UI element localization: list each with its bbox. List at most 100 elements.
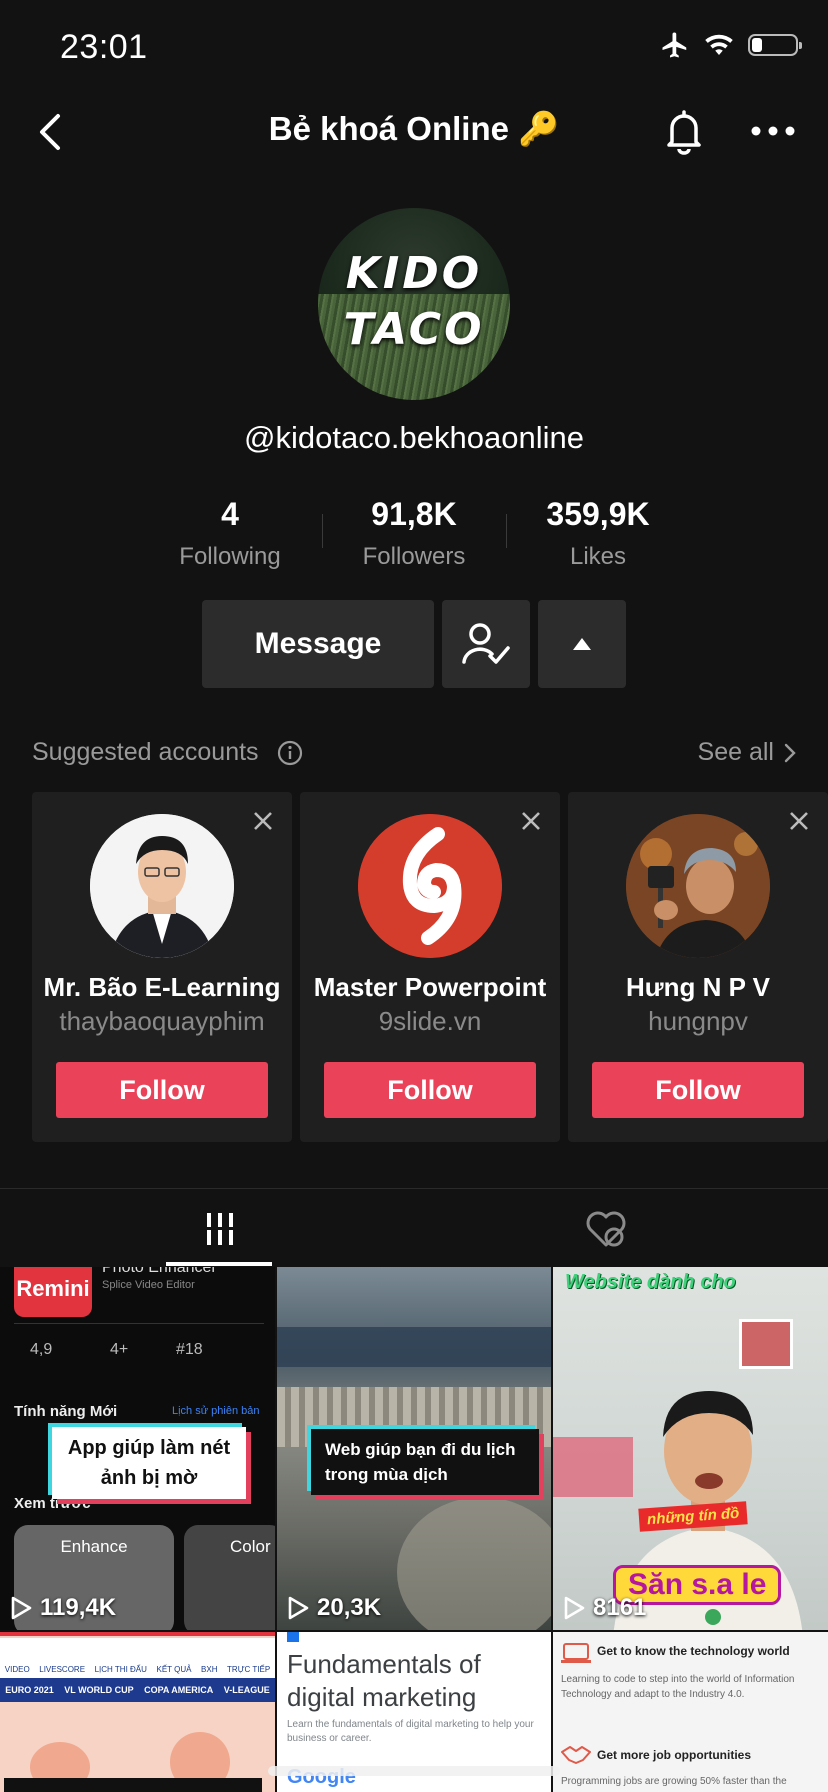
following-status-button[interactable] xyxy=(442,600,530,688)
stat-label: Likes xyxy=(569,543,627,570)
stat-divider xyxy=(506,514,507,548)
top-strip xyxy=(0,1632,275,1636)
app-rank: #18 xyxy=(176,1341,203,1358)
feature-heading: Get more job opportunities xyxy=(597,1748,752,1762)
suggested-name: Master Powerpoint xyxy=(313,972,547,1002)
stat-value: 91,8K xyxy=(371,496,457,532)
avatar xyxy=(358,814,502,958)
bell-icon[interactable] xyxy=(660,106,708,156)
avatar xyxy=(626,814,770,958)
video-thumbnail[interactable]: VIDEO LIVESCORE LỊCH THI ĐẤU KẾT QUẢ BXH… xyxy=(0,1632,275,1792)
sports-nav-bar: VIDEO LIVESCORE LỊCH THI ĐẤU KẾT QUẢ BXH… xyxy=(0,1638,275,1678)
stat-label: Following xyxy=(179,543,281,570)
suggested-account-card[interactable]: Mr. Bão E-Learning thaybaoquayphim Follo… xyxy=(32,792,292,1142)
handshake-icon xyxy=(561,1746,591,1764)
close-icon[interactable] xyxy=(788,810,810,832)
view-count-value: 20,3K xyxy=(317,1594,382,1621)
follow-button[interactable]: Follow xyxy=(324,1062,536,1118)
course-title: Fundamentals of digital marketing xyxy=(287,1649,481,1712)
follow-button[interactable]: Follow xyxy=(56,1062,268,1118)
wifi-icon xyxy=(705,34,733,55)
videos-grid-tab-icon[interactable] xyxy=(204,1211,236,1247)
view-count-value: 119,4K xyxy=(40,1594,117,1621)
follow-button[interactable]: Follow xyxy=(592,1062,804,1118)
info-icon[interactable] xyxy=(277,740,303,766)
nav-item: LIVESCORE xyxy=(39,1665,86,1674)
divider xyxy=(14,1323,264,1324)
stat-label: Followers xyxy=(362,543,466,570)
nav-item: KẾT QUẢ xyxy=(156,1665,192,1674)
stat-divider xyxy=(322,514,323,548)
chevron-right-icon xyxy=(784,743,796,762)
profile-avatar[interactable]: KIDO TACO xyxy=(318,208,510,400)
active-tab-indicator xyxy=(166,1262,272,1266)
feature-body: Learning to code to step into the world … xyxy=(561,1674,795,1700)
league-item: V-LEAGUE xyxy=(223,1685,270,1695)
home-indicator[interactable] xyxy=(268,1766,560,1776)
user-check-icon xyxy=(462,623,510,664)
suggested-handle: 9slide.vn xyxy=(378,1006,482,1036)
play-icon xyxy=(564,1596,585,1620)
play-icon xyxy=(288,1596,309,1620)
suggested-name: Hưng N P V xyxy=(625,972,771,1002)
suggested-handle: hungnpv xyxy=(648,1006,748,1036)
video-thumbnail[interactable]: Web giúp bạn đi du lịch trong mùa dịch 2… xyxy=(277,1267,551,1630)
suggested-accounts-title: Suggested accounts xyxy=(32,738,259,766)
preview-card: Color xyxy=(184,1525,275,1630)
airplane-icon xyxy=(662,32,687,58)
stat-value: 4 xyxy=(221,496,239,532)
expand-suggestions-button[interactable] xyxy=(538,600,626,688)
more-options-icon[interactable] xyxy=(748,116,798,146)
avatar xyxy=(90,814,234,958)
nav-item: TRỰC TIẾP xyxy=(227,1665,271,1674)
content-tabs xyxy=(0,1188,828,1267)
suggested-account-card[interactable]: Hưng N P V hungnpv Follow xyxy=(568,792,828,1142)
close-icon[interactable] xyxy=(520,810,542,832)
nine-slide-logo-icon xyxy=(358,814,502,958)
league-item: COPA AMERICA xyxy=(144,1685,214,1695)
video-thumbnail[interactable]: Get to know the technology world Learnin… xyxy=(553,1632,828,1792)
avatar-text-line2: TACO xyxy=(343,304,485,355)
video-caption: Web giúp bạn đi du lịch trong mùa dịch xyxy=(311,1429,539,1495)
version-history-link: Lịch sử phiên bản xyxy=(172,1405,260,1417)
app-subtitle: Photo Enhancer xyxy=(102,1267,217,1276)
stat-likes[interactable]: 359,9K Likes xyxy=(528,496,668,571)
color-label: Color xyxy=(230,1537,271,1556)
play-icon xyxy=(11,1596,32,1620)
league-item: EURO 2021 xyxy=(5,1685,54,1695)
see-all-link[interactable]: See all xyxy=(698,738,796,767)
caret-up-icon xyxy=(573,638,591,650)
stat-followers[interactable]: 91,8K Followers xyxy=(344,496,484,571)
app-icon-remini: Remini xyxy=(14,1267,92,1317)
view-count-value: 8161 xyxy=(593,1594,647,1621)
profile-stats: 4 Following 91,8K Followers 359,9K Likes xyxy=(0,496,828,576)
feature-heading: Get to know the technology world xyxy=(597,1644,790,1658)
feature-body: Programming jobs are growing 50% faster … xyxy=(561,1776,787,1787)
app-age: 4+ xyxy=(110,1341,129,1358)
suggested-handle: thaybaoquayphim xyxy=(59,1006,265,1036)
view-count: 20,3K xyxy=(287,1594,381,1622)
enhance-label: Enhance xyxy=(60,1537,128,1556)
person-photo-icon xyxy=(90,814,234,958)
profile-header: Bẻ khoá Online 🔑 xyxy=(0,92,828,172)
league-bar: EURO 2021 VL WORLD CUP COPA AMERICA V-LE… xyxy=(0,1678,275,1702)
video-grid: Remini Photo Enhancer Splice Video Edito… xyxy=(0,1267,828,1792)
water-area xyxy=(277,1327,551,1367)
message-button[interactable]: Message xyxy=(202,600,434,688)
app-rating: 4,9 xyxy=(30,1341,53,1358)
close-icon[interactable] xyxy=(252,810,274,832)
video-thumbnail[interactable]: Website dành cho những tín đồ Săn s.a le… xyxy=(553,1267,828,1630)
nav-item: BXH xyxy=(201,1665,218,1674)
laptop-icon xyxy=(561,1643,591,1663)
avatar-text-line1: KIDO xyxy=(345,248,483,299)
suggested-account-card[interactable]: Master Powerpoint 9slide.vn Follow xyxy=(300,792,560,1142)
app-publisher: Splice Video Editor xyxy=(102,1279,195,1291)
dark-bar xyxy=(4,1778,262,1792)
liked-videos-tab-icon[interactable] xyxy=(584,1209,628,1249)
stat-following[interactable]: 4 Following xyxy=(160,496,300,571)
video-thumbnail[interactable]: Remini Photo Enhancer Splice Video Edito… xyxy=(0,1267,275,1630)
status-time: 23:01 xyxy=(60,28,148,66)
arena-shape xyxy=(397,1497,551,1630)
nav-item: VIDEO xyxy=(4,1665,30,1674)
suggested-accounts-header: Suggested accounts xyxy=(32,738,303,767)
